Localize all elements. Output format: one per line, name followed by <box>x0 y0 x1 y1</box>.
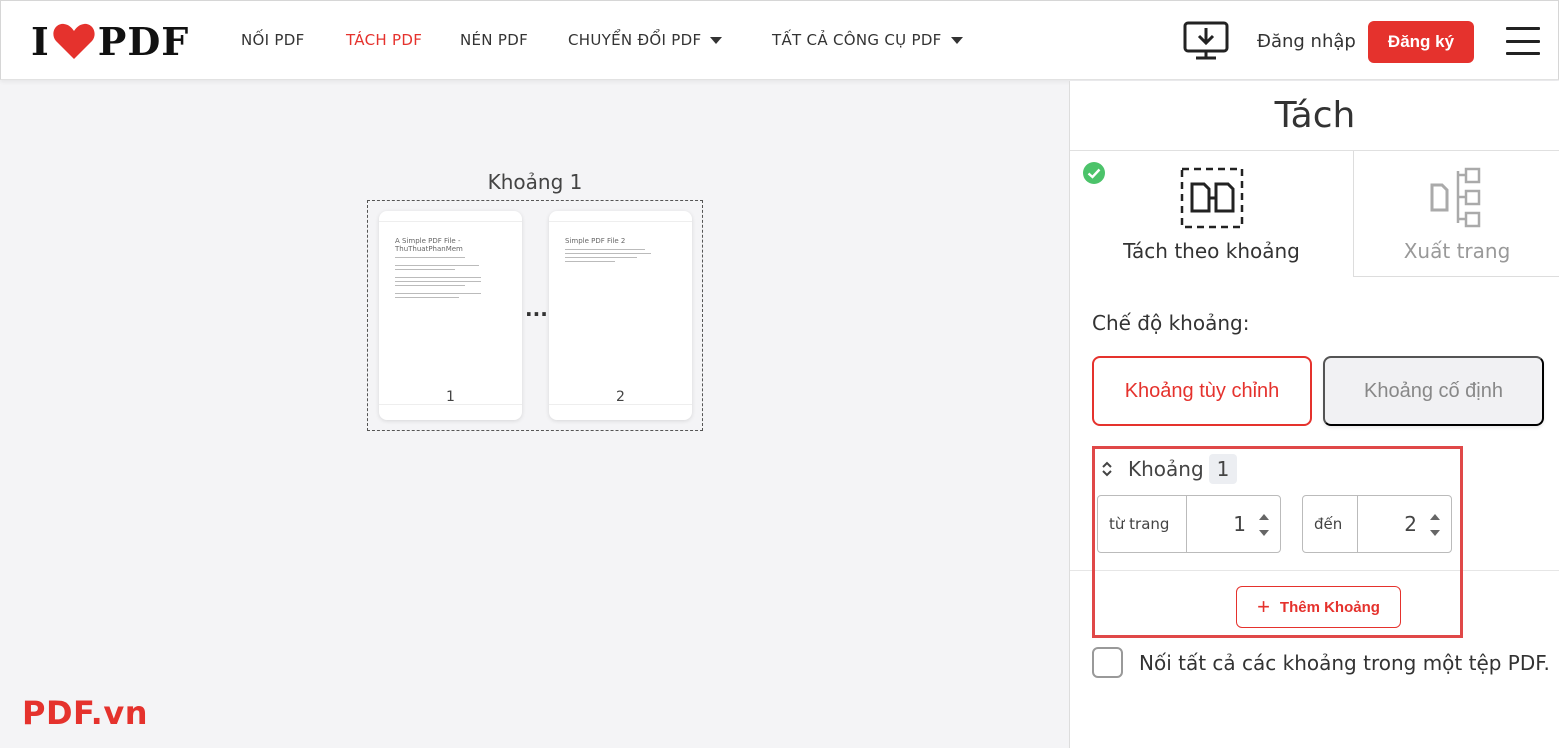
logo-text-pdf: PDF <box>97 18 190 64</box>
check-circle-icon <box>1083 162 1105 184</box>
divider <box>1070 570 1559 571</box>
range-label: Khoảng <box>1128 457 1204 481</box>
signup-button[interactable]: Đăng ký <box>1368 21 1474 63</box>
page-thumbnail-1[interactable]: A Simple PDF File - ThuThuatPhanMem 1 <box>379 211 522 420</box>
text-line <box>395 281 481 282</box>
thumbnail-doc-title: A Simple PDF File - ThuThuatPhanMem <box>395 237 463 253</box>
nav-split-pdf[interactable]: TÁCH PDF <box>346 31 460 49</box>
panel-title: Tách <box>1274 95 1356 136</box>
text-line <box>565 249 645 250</box>
desktop-download-icon[interactable] <box>1183 21 1229 61</box>
plus-icon: + <box>1257 594 1270 619</box>
caret-down-icon <box>710 36 723 44</box>
to-page-value: 2 <box>1404 512 1417 536</box>
nav-label: CHUYỂN ĐỔI PDF <box>568 31 702 49</box>
main-nav: NỐI PDF TÁCH PDF NÉN PDF CHUYỂN ĐỔI PDF … <box>241 31 963 49</box>
split-options-panel: Tách Tách theo khoảng Xuất trang Chế độ … <box>1069 81 1559 748</box>
text-line <box>395 293 481 294</box>
ilovepdf-logo[interactable]: I PDF <box>31 18 190 64</box>
page-thumbnail-2[interactable]: Simple PDF File 2 2 <box>549 211 692 420</box>
nav-label: NỐI PDF <box>241 31 305 49</box>
from-page-value: 1 <box>1233 512 1246 536</box>
nav-merge-pdf[interactable]: NỐI PDF <box>241 31 346 49</box>
top-header: I PDF NỐI PDF TÁCH PDF NÉN PDF CHUYỂN ĐỔ… <box>0 0 1559 80</box>
text-line <box>395 257 465 258</box>
stepper-arrows-icon[interactable] <box>1258 510 1270 540</box>
text-line <box>565 257 637 258</box>
add-range-button[interactable]: + Thêm Khoảng <box>1236 586 1401 628</box>
watermark-logo: PDF.vn <box>22 694 148 732</box>
add-range-label: Thêm Khoảng <box>1279 598 1380 616</box>
text-line <box>395 285 465 286</box>
heart-icon <box>53 23 95 59</box>
nav-convert-pdf[interactable]: CHUYỂN ĐỔI PDF <box>568 31 772 49</box>
tab-extract-pages[interactable]: Xuất trang <box>1353 151 1559 277</box>
text-line <box>395 297 459 298</box>
text-line <box>565 253 651 254</box>
tab-label: Tách theo khoảng <box>1123 239 1300 263</box>
logo-letter-i: I <box>31 18 50 64</box>
page-number: 1 <box>446 389 455 405</box>
stepper-arrows-icon[interactable] <box>1429 510 1441 540</box>
range-preview-box: A Simple PDF File - ThuThuatPhanMem 1 ..… <box>367 200 703 431</box>
collapse-toggle-icon[interactable] <box>1100 459 1114 479</box>
text-line <box>395 277 481 278</box>
nav-label: TẤT CẢ CÔNG CỤ PDF <box>772 31 942 49</box>
nav-all-tools[interactable]: TẤT CẢ CÔNG CỤ PDF <box>772 31 963 49</box>
nav-label: NÉN PDF <box>460 31 529 49</box>
tab-split-by-range[interactable]: Tách theo khoảng <box>1070 151 1353 277</box>
from-page-field[interactable]: từ trang 1 <box>1097 495 1281 553</box>
split-range-icon <box>1180 167 1244 229</box>
pages-ellipsis: ... <box>525 297 548 321</box>
to-page-label: đến <box>1303 496 1358 552</box>
merge-ranges-checkbox[interactable] <box>1092 647 1123 678</box>
extract-pages-icon <box>1430 167 1481 228</box>
merge-ranges-label[interactable]: Nối tất cả các khoảng trong một tệp PDF. <box>1139 651 1550 675</box>
to-page-field[interactable]: đến 2 <box>1302 495 1452 553</box>
text-line <box>395 269 455 270</box>
range-preview-title: Khoảng 1 <box>487 170 583 194</box>
tab-label: Xuất trang <box>1403 239 1511 263</box>
from-page-input[interactable]: 1 <box>1187 496 1280 552</box>
login-link[interactable]: Đăng nhập <box>1257 31 1356 52</box>
nav-compress-pdf[interactable]: NÉN PDF <box>460 31 568 49</box>
page-number: 2 <box>616 389 625 405</box>
nav-label: TÁCH PDF <box>346 31 423 49</box>
from-page-label: từ trang <box>1098 496 1187 552</box>
custom-range-button[interactable]: Khoảng tùy chỉnh <box>1092 356 1312 426</box>
hamburger-menu-icon[interactable] <box>1506 27 1540 55</box>
fixed-range-button[interactable]: Khoảng cố định <box>1323 356 1544 426</box>
caret-down-icon <box>950 36 963 44</box>
range-mode-label: Chế độ khoảng: <box>1092 311 1250 335</box>
text-line <box>565 261 615 262</box>
text-line <box>395 265 479 266</box>
range-index-badge: 1 <box>1209 454 1237 484</box>
thumbnail-doc-title: Simple PDF File 2 <box>565 237 626 245</box>
to-page-input[interactable]: 2 <box>1358 496 1451 552</box>
